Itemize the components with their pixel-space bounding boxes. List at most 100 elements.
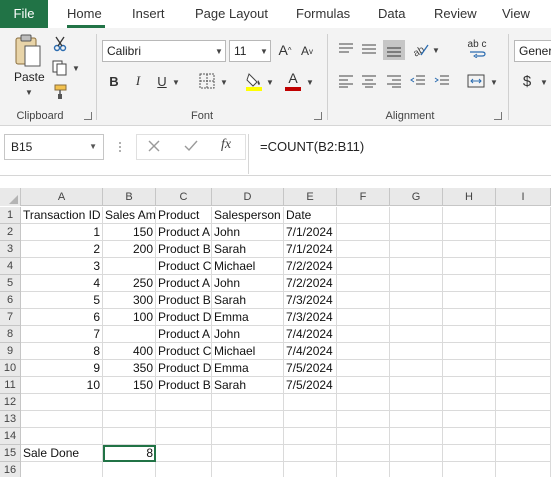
column-header-c[interactable]: C [156,188,212,206]
cancel-icon[interactable] [147,139,161,156]
underline-button[interactable]: U [154,72,170,90]
decrease-indent-icon[interactable] [409,72,427,90]
row-header-16[interactable]: 16 [0,462,21,477]
row-header-6[interactable]: 6 [0,292,21,309]
cell-c6[interactable]: Product B [156,292,212,309]
bold-button[interactable]: B [106,72,122,90]
cell-g3[interactable] [390,241,443,258]
tab-file[interactable]: File [0,0,48,28]
alignment-launcher-icon[interactable] [494,112,502,120]
cell-c3[interactable]: Product B [156,241,212,258]
increase-indent-icon[interactable] [433,72,451,90]
row-header-10[interactable]: 10 [0,360,21,377]
cell-e7[interactable]: 7/3/2024 [284,309,337,326]
fill-color-dropdown-icon[interactable]: ▼ [266,78,274,87]
cell-e15[interactable] [284,445,337,462]
format-painter-icon[interactable] [52,84,68,100]
cell-c5[interactable]: Product A [156,275,212,292]
cell-f9[interactable] [337,343,390,360]
cell-i5[interactable] [496,275,551,292]
cell-e11[interactable]: 7/5/2024 [284,377,337,394]
cell-a7[interactable]: 6 [21,309,103,326]
cell-e8[interactable]: 7/4/2024 [284,326,337,343]
cell-b5[interactable]: 250 [103,275,156,292]
select-all-button[interactable] [0,188,21,206]
cell-i4[interactable] [496,258,551,275]
cell-c11[interactable]: Product B [156,377,212,394]
cell-d15[interactable] [212,445,284,462]
cell-d7[interactable]: Emma [212,309,284,326]
column-header-a[interactable]: A [21,188,103,206]
cell-b16[interactable] [103,462,156,477]
cell-h1[interactable] [443,207,496,224]
cell-a10[interactable]: 9 [21,360,103,377]
cell-a4[interactable]: 3 [21,258,103,275]
cell-g7[interactable] [390,309,443,326]
cell-g8[interactable] [390,326,443,343]
cell-d16[interactable] [212,462,284,477]
cell-i14[interactable] [496,428,551,445]
cell-i2[interactable] [496,224,551,241]
tab-insert[interactable]: Insert [132,0,165,28]
cell-a5[interactable]: 4 [21,275,103,292]
cell-d4[interactable]: Michael [212,258,284,275]
font-color-dropdown-icon[interactable]: ▼ [306,78,314,87]
cell-b12[interactable] [103,394,156,411]
orientation-icon[interactable]: ab [410,40,430,58]
tab-formulas[interactable]: Formulas [296,0,350,28]
column-header-h[interactable]: H [443,188,496,206]
cell-d6[interactable]: Sarah [212,292,284,309]
cell-f11[interactable] [337,377,390,394]
cell-e4[interactable]: 7/2/2024 [284,258,337,275]
italic-button[interactable]: I [130,72,146,90]
cell-f13[interactable] [337,411,390,428]
cell-h15[interactable] [443,445,496,462]
cell-i8[interactable] [496,326,551,343]
cell-a8[interactable]: 7 [21,326,103,343]
cell-e9[interactable]: 7/4/2024 [284,343,337,360]
row-header-1[interactable]: 1 [0,207,21,224]
row-header-12[interactable]: 12 [0,394,21,411]
tab-page-layout[interactable]: Page Layout [195,0,268,28]
formula-input[interactable]: =COUNT(B2:B11) [260,139,364,154]
cell-h4[interactable] [443,258,496,275]
row-header-3[interactable]: 3 [0,241,21,258]
currency-dropdown-icon[interactable]: ▼ [540,78,548,87]
cell-c8[interactable]: Product A [156,326,212,343]
font-name-dropdown-icon[interactable]: ▼ [215,47,223,56]
cell-b13[interactable] [103,411,156,428]
cell-a2[interactable]: 1 [21,224,103,241]
cell-a9[interactable]: 8 [21,343,103,360]
cell-c4[interactable]: Product C [156,258,212,275]
orientation-dropdown-icon[interactable]: ▼ [432,46,440,55]
column-header-i[interactable]: I [496,188,551,206]
cell-e13[interactable] [284,411,337,428]
cell-d13[interactable] [212,411,284,428]
cell-i1[interactable] [496,207,551,224]
cell-c12[interactable] [156,394,212,411]
cell-e6[interactable]: 7/3/2024 [284,292,337,309]
cell-g15[interactable] [390,445,443,462]
cell-h13[interactable] [443,411,496,428]
cell-g5[interactable] [390,275,443,292]
copy-icon[interactable] [52,60,68,76]
cell-g9[interactable] [390,343,443,360]
cell-g10[interactable] [390,360,443,377]
cell-g11[interactable] [390,377,443,394]
row-header-11[interactable]: 11 [0,377,21,394]
tab-view[interactable]: View [502,0,530,28]
row-header-9[interactable]: 9 [0,343,21,360]
cell-c9[interactable]: Product C [156,343,212,360]
cell-h7[interactable] [443,309,496,326]
cell-g16[interactable] [390,462,443,477]
cell-f1[interactable] [337,207,390,224]
cell-h14[interactable] [443,428,496,445]
cell-h6[interactable] [443,292,496,309]
cell-g14[interactable] [390,428,443,445]
tab-data[interactable]: Data [378,0,405,28]
row-header-8[interactable]: 8 [0,326,21,343]
cell-i3[interactable] [496,241,551,258]
clipboard-launcher-icon[interactable] [84,112,92,120]
cell-h11[interactable] [443,377,496,394]
borders-dropdown-icon[interactable]: ▼ [220,78,228,87]
